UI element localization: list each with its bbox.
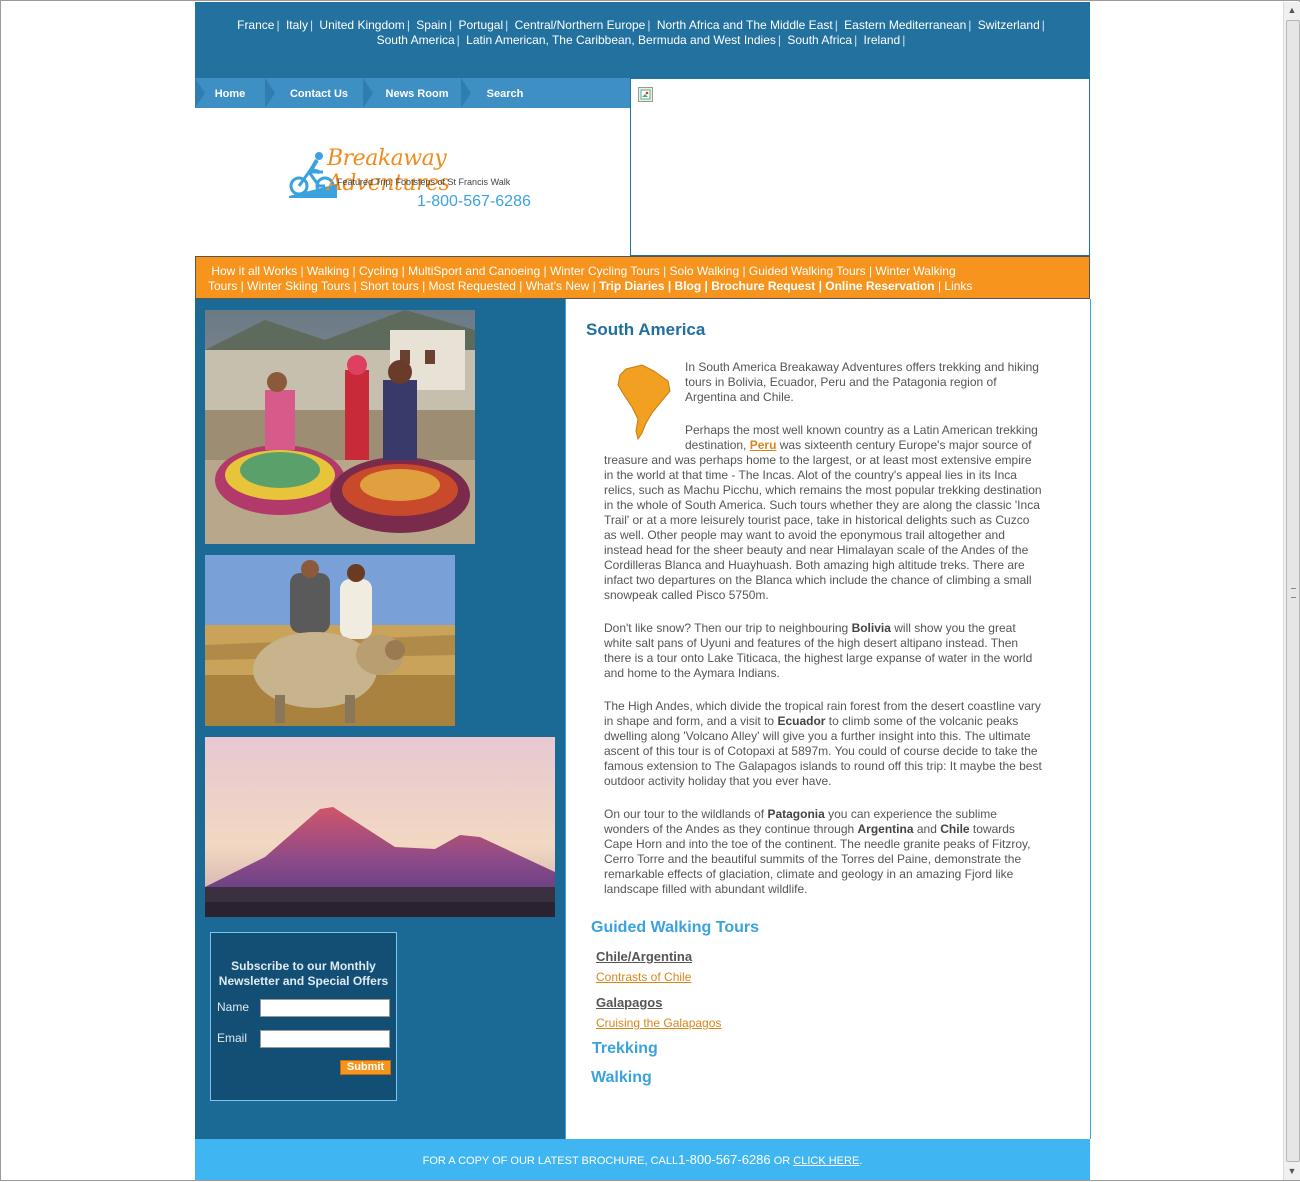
nav-tab-search[interactable]: Search: [461, 78, 549, 108]
peru-paragraph: Perhaps the most well known country as a…: [604, 423, 1042, 602]
activity-links-line-2[interactable]: Tours | Winter Skiing Tours | Short tour…: [208, 279, 599, 293]
country-nav: France | Italy | United Kingdom | Spain | Po…: [195, 2, 1090, 78]
country-link-south-africa[interactable]: South Africa: [787, 33, 852, 47]
logo-wordmark: Breakaway Adventures: [327, 146, 450, 196]
country-link-spain[interactable]: Spain: [416, 18, 447, 32]
logo-phone: 1-800-567-6286: [417, 193, 531, 210]
activity-nav: How it all Works | Walking | Cycling | M…: [195, 256, 1090, 299]
walking-heading[interactable]: Walking: [591, 1069, 652, 1087]
newsletter-subscribe-box: Subscribe to our Monthly Newsletter and …: [210, 932, 397, 1101]
country-link-north-africa[interactable]: North Africa and The Middle East: [657, 18, 833, 32]
activity-links-line-1[interactable]: How it all Works | Walking | Cycling | M…: [211, 264, 955, 278]
photo-couple-with-sheep: [205, 555, 455, 726]
browser-viewport: France | Italy | United Kingdom | Spain | Po…: [0, 0, 1300, 1181]
name-input[interactable]: [260, 999, 390, 1017]
page-title: South America: [586, 320, 706, 339]
email-label: Email: [217, 1031, 248, 1045]
country-link-switzerland[interactable]: Switzerland: [978, 18, 1040, 32]
top-nav: Home Contact Us News Room Search: [195, 78, 630, 108]
contrasts-of-chile-link[interactable]: Contrasts of Chile: [596, 970, 691, 984]
submit-button[interactable]: Submit: [340, 1060, 391, 1075]
header-left: Home Contact Us News Room Search Breakaw…: [195, 78, 630, 256]
footer-phone: 1-800-567-6286: [678, 1152, 771, 1167]
country-link-ireland[interactable]: Ireland: [864, 33, 901, 47]
nav-tab-contact-us[interactable]: Contact Us: [265, 78, 373, 108]
peru-link[interactable]: Peru: [750, 438, 777, 452]
vertical-scrollbar[interactable]: ▲ ▼: [1283, 2, 1300, 1180]
country-row-1: France | Italy | United Kingdom | Spain | Po…: [237, 18, 1045, 32]
country-link-eastern-mediterranean[interactable]: Eastern Mediterranean: [844, 18, 966, 32]
country-link-central-northern-europe[interactable]: Central/Northern Europe: [515, 18, 646, 32]
subscribe-title: Subscribe to our Monthly Newsletter and …: [218, 959, 389, 988]
broken-image-icon: [638, 87, 653, 102]
nav-tab-news-room[interactable]: News Room: [363, 78, 471, 108]
main-content: South America In South America Breakaway…: [565, 299, 1091, 1139]
email-input[interactable]: [260, 1030, 390, 1048]
country-link-latin-america[interactable]: Latin American, The Caribbean, Bermuda a…: [466, 33, 776, 47]
patagonia-paragraph: On our tour to the wildlands of Patagoni…: [604, 807, 1031, 896]
trekking-heading[interactable]: Trekking: [592, 1040, 658, 1058]
chile-argentina-heading[interactable]: Chile/Argentina: [596, 949, 692, 964]
footer-brochure-bar: FOR A COPY OF OUR LATEST BROCHURE, CALL1…: [195, 1139, 1090, 1180]
bolivia-paragraph: Don't like snow? Then our trip to neighb…: [604, 621, 1033, 680]
footer-period: .: [859, 1155, 863, 1167]
activity-links-bold[interactable]: Trip Diaries | Blog | Brochure Request |…: [599, 279, 934, 293]
intro-paragraph: In South America Breakaway Adventures of…: [685, 360, 1039, 404]
cruising-galapagos-link[interactable]: Cruising the Galapagos: [596, 1016, 721, 1030]
country-link-south-america[interactable]: South America: [377, 33, 455, 47]
name-label: Name: [217, 1000, 250, 1014]
guided-walking-tours-heading: Guided Walking Tours: [591, 919, 759, 936]
ecuador-paragraph: The High Andes, which divide the tropica…: [604, 699, 1042, 788]
photo-volcano-sunset: [205, 737, 555, 917]
country-link-portugal[interactable]: Portugal: [458, 18, 503, 32]
footer-or: OR: [770, 1155, 794, 1167]
activity-links-end[interactable]: | Links: [935, 279, 972, 293]
site-logo[interactable]: Breakaway Adventures Featured Trip: Foot…: [289, 146, 539, 216]
scrollbar-thumb[interactable]: [1286, 20, 1300, 1162]
featured-trip-text: Featured Trip: Footsteps of St Francis W…: [337, 177, 511, 187]
country-link-italy[interactable]: Italy: [286, 18, 308, 32]
footer-text: FOR A COPY OF OUR LATEST BROCHURE, CALL: [422, 1155, 679, 1167]
scroll-down-icon[interactable]: ▼: [1284, 1163, 1300, 1179]
country-row-2: South America | Latin American, The Carib…: [376, 33, 906, 47]
photo-peru-dancers: [205, 310, 475, 544]
footer-click-here-link[interactable]: CLICK HERE: [793, 1155, 859, 1167]
country-link-france[interactable]: France: [237, 18, 274, 32]
banner-area: [630, 78, 1090, 256]
nav-tab-home[interactable]: Home: [195, 78, 265, 108]
left-sidebar: Subscribe to our Monthly Newsletter and …: [195, 299, 565, 1139]
page-container: France | Italy | United Kingdom | Spain | Po…: [195, 2, 1091, 1180]
galapagos-heading[interactable]: Galapagos: [596, 995, 662, 1010]
scroll-up-icon[interactable]: ▲: [1284, 2, 1300, 18]
country-link-united-kingdom[interactable]: United Kingdom: [319, 18, 404, 32]
